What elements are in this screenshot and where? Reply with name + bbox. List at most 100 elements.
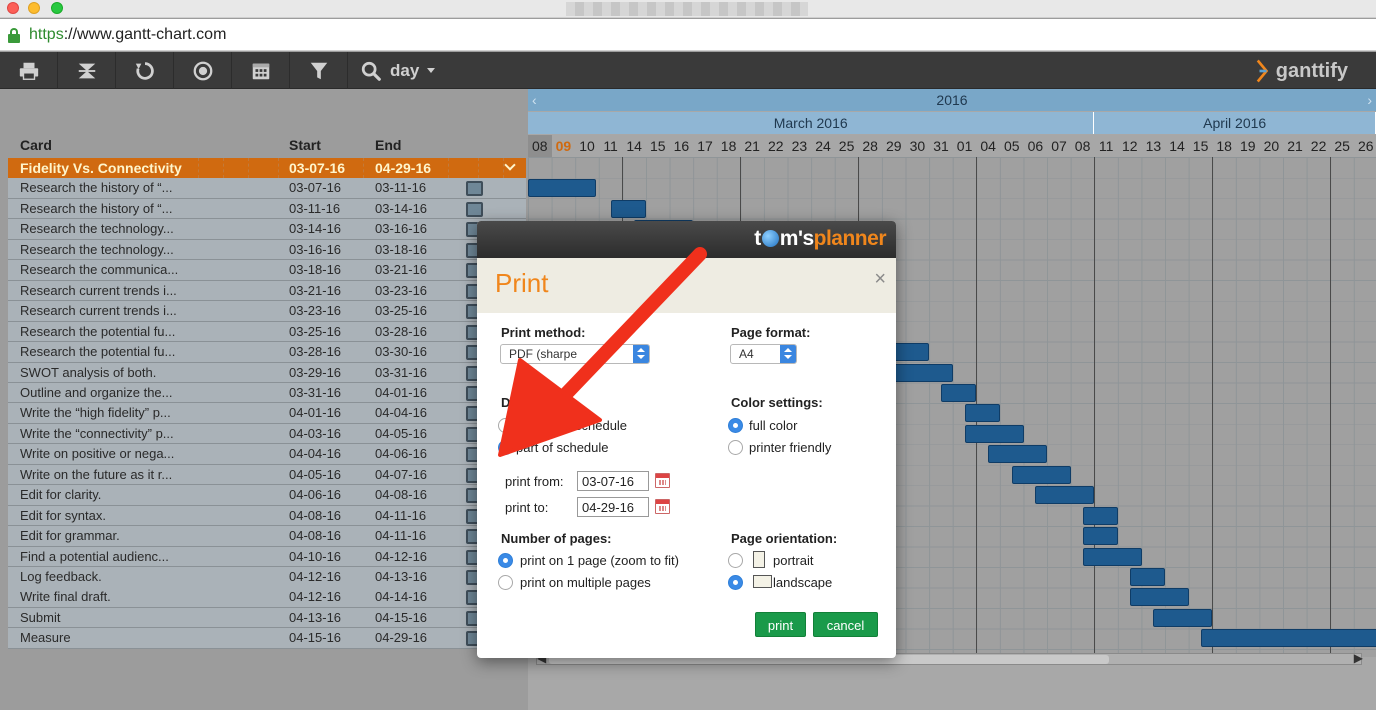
task-bar[interactable] <box>1129 588 1189 607</box>
task-row[interactable]: Write on the future as it r... 04-05-16 04… <box>8 464 526 486</box>
start-column-header[interactable]: Start <box>289 137 321 153</box>
week-divider <box>1330 157 1332 657</box>
task-row[interactable]: Outline and organize the... 03-31-16 04-01… <box>8 382 526 404</box>
task-bar[interactable] <box>610 199 646 218</box>
calendar-icon[interactable] <box>655 473 670 488</box>
print-to-input[interactable]: 04-29-16 <box>577 497 649 517</box>
task-bar[interactable] <box>964 424 1024 443</box>
task-row[interactable]: Measure 04-15-16 04-29-16 <box>8 628 526 649</box>
task-row[interactable]: Research current trends i... 03-23-16 03-2… <box>8 301 526 322</box>
print-from-label: print from: <box>505 474 564 489</box>
task-row[interactable]: Write final draft. 04-12-16 04-14-16 <box>8 587 526 608</box>
task-bar[interactable] <box>1082 547 1142 566</box>
task-bar[interactable] <box>1035 486 1095 505</box>
task-bar[interactable] <box>1082 506 1118 525</box>
print-button[interactable]: print <box>755 612 806 637</box>
end-column-header[interactable]: End <box>375 137 401 153</box>
scroll-right-icon[interactable]: ▶ <box>1354 651 1363 665</box>
column-separator <box>503 158 504 178</box>
chevron-left-icon[interactable]: ‹ <box>532 89 537 111</box>
full-color-radio[interactable] <box>728 418 743 433</box>
day-label: 08 <box>528 135 552 157</box>
search-icon <box>361 61 381 81</box>
task-bar[interactable] <box>988 445 1048 464</box>
column-separator <box>448 158 449 178</box>
day-label: 14 <box>1165 135 1189 157</box>
print-button[interactable] <box>0 52 58 89</box>
task-bar[interactable] <box>1200 629 1376 648</box>
multiple-pages-radio[interactable] <box>498 575 513 590</box>
project-row[interactable]: Fidelity Vs. Connectivity 03-07-16 04-29-1… <box>8 158 526 179</box>
printer-friendly-label[interactable]: printer friendly <box>749 440 831 455</box>
task-row[interactable]: Submit 04-13-16 04-15-16 <box>8 607 526 629</box>
close-icon[interactable]: × <box>874 268 886 291</box>
task-bar[interactable] <box>893 363 953 382</box>
filter-button[interactable] <box>290 52 348 89</box>
day-label: 26 <box>1354 135 1376 157</box>
refresh-button[interactable] <box>116 52 174 89</box>
task-row[interactable]: Research the potential fu... 03-25-16 03-2… <box>8 321 526 343</box>
print-from-input[interactable]: 03-07-16 <box>577 471 649 491</box>
task-row[interactable]: Research current trends i... 03-21-16 03-2… <box>8 280 526 302</box>
url-text[interactable]: https://www.gantt-chart.com <box>29 26 226 44</box>
chevron-right-icon[interactable]: › <box>1367 89 1372 111</box>
calendar-button[interactable] <box>232 52 290 89</box>
minimize-window-button[interactable] <box>28 2 40 14</box>
card-column-header[interactable]: Card <box>20 137 52 153</box>
task-bar[interactable] <box>964 404 1000 423</box>
project-start: 03-07-16 <box>289 160 346 176</box>
multiple-pages-label[interactable]: print on multiple pages <box>520 575 651 590</box>
task-bar[interactable] <box>1011 465 1071 484</box>
task-row[interactable]: Edit for clarity. 04-06-16 04-08-16 <box>8 485 526 506</box>
one-page-label[interactable]: print on 1 page (zoom to fit) <box>520 553 679 568</box>
collapse-button[interactable] <box>58 52 116 89</box>
task-name: Edit for grammar. <box>20 528 120 544</box>
full-color-label[interactable]: full color <box>749 418 797 433</box>
task-bar[interactable] <box>1082 527 1118 546</box>
chevron-down-icon[interactable] <box>504 159 516 171</box>
close-window-button[interactable] <box>7 2 19 14</box>
task-row[interactable]: Research the communica... 03-18-16 03-21-1… <box>8 260 526 281</box>
printer-friendly-radio[interactable] <box>728 440 743 455</box>
calendar-icon[interactable] <box>655 499 670 514</box>
page-format-label: Page format: <box>731 325 811 340</box>
part-of-schedule-radio[interactable] <box>498 440 513 455</box>
task-row[interactable]: Find a potential audienc... 04-10-16 04-12… <box>8 546 526 568</box>
task-bar[interactable] <box>1153 608 1213 627</box>
notes-icon[interactable] <box>466 181 483 197</box>
task-row[interactable]: Research the history of “... 03-07-16 03-1… <box>8 178 526 199</box>
portrait-radio[interactable] <box>728 553 743 568</box>
task-row[interactable]: Research the technology... 03-14-16 03-16-… <box>8 219 526 240</box>
task-row[interactable]: SWOT analysis of both. 03-29-16 03-31-16 <box>8 362 526 383</box>
task-bar[interactable] <box>528 179 596 198</box>
page-format-select[interactable]: A4 <box>730 344 797 364</box>
task-row[interactable]: Write the “high fidelity” p... 04-01-16 04… <box>8 403 526 424</box>
cancel-button[interactable]: cancel <box>813 612 878 637</box>
landscape-radio[interactable] <box>728 575 743 590</box>
entire-schedule-radio[interactable] <box>498 418 513 433</box>
month-label: March 2016 <box>528 112 1095 134</box>
address-bar[interactable]: https://www.gantt-chart.com <box>0 19 1376 51</box>
portrait-label[interactable]: portrait <box>773 553 813 568</box>
task-name: Research the technology... <box>20 221 174 237</box>
task-bar[interactable] <box>1129 568 1166 586</box>
task-bar[interactable] <box>941 383 977 402</box>
maximize-window-button[interactable] <box>51 2 63 14</box>
one-page-radio[interactable] <box>498 553 513 568</box>
task-row[interactable]: Write the “connectivity” p... 04-03-16 04-… <box>8 423 526 445</box>
part-of-schedule-label[interactable]: part of schedule <box>516 440 609 455</box>
print-method-select[interactable]: PDF (sharpe <box>500 344 650 364</box>
task-row[interactable]: Research the technology... 03-16-16 03-18-… <box>8 239 526 261</box>
day-label: 16 <box>669 135 694 157</box>
task-row[interactable]: Research the potential fu... 03-28-16 03-3… <box>8 342 526 363</box>
landscape-label[interactable]: landscape <box>773 575 832 590</box>
task-row[interactable]: Research the history of “... 03-11-16 03-1… <box>8 198 526 220</box>
target-button[interactable] <box>174 52 232 89</box>
zoom-dropdown[interactable]: day <box>360 52 436 89</box>
entire-schedule-label[interactable]: schedule <box>575 418 627 433</box>
notes-icon[interactable] <box>466 201 483 217</box>
task-row[interactable]: Write on positive or nega... 04-04-16 04-0… <box>8 444 526 465</box>
task-row[interactable]: Edit for grammar. 04-08-16 04-11-16 <box>8 526 526 547</box>
task-row[interactable]: Edit for syntax. 04-08-16 04-11-16 <box>8 505 526 527</box>
task-row[interactable]: Log feedback. 04-12-16 04-13-16 <box>8 567 526 588</box>
